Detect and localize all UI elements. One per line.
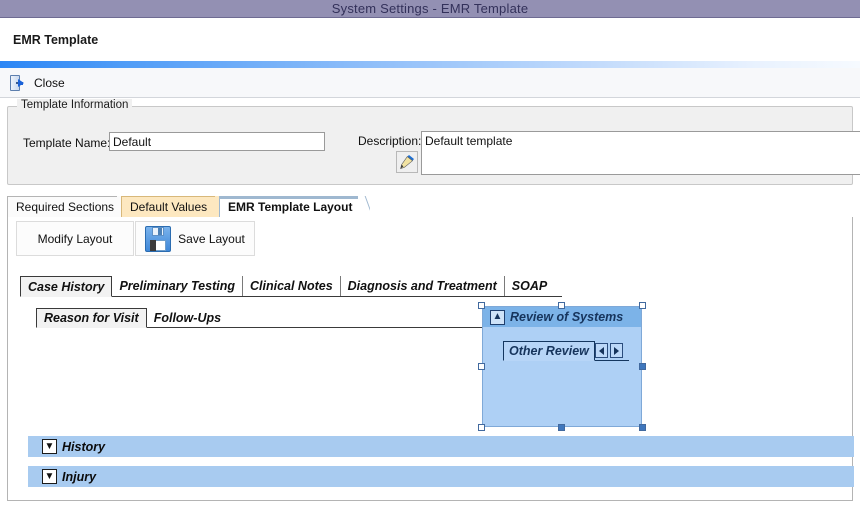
case-history-subtab-strip: Reason for Visit Follow-Ups — [36, 308, 486, 328]
prev-tab-button[interactable] — [594, 343, 608, 358]
tab-emr-template-layout[interactable]: EMR Template Layout — [219, 196, 370, 218]
resize-handle-e[interactable] — [639, 363, 646, 370]
floppy-disk-icon — [145, 225, 172, 252]
review-of-systems-header[interactable]: ▲ Review of Systems — [483, 307, 641, 327]
subtab-reason-for-visit[interactable]: Reason for Visit — [36, 308, 147, 328]
resize-handle-nw[interactable] — [478, 302, 485, 309]
subtab-reason-for-visit-label: Reason for Visit — [44, 311, 139, 325]
door-exit-icon — [10, 74, 27, 91]
modify-layout-button[interactable]: Modify Layout — [16, 221, 134, 256]
tab-emr-template-layout-label: EMR Template Layout — [228, 200, 353, 214]
resize-handle-w[interactable] — [478, 363, 485, 370]
tab-default-values-label: Default Values — [130, 200, 208, 214]
other-review-tab-strip: Other Review — [503, 341, 629, 361]
resize-handle-n[interactable] — [558, 302, 565, 309]
section-tab-case-history-label: Case History — [28, 279, 105, 294]
close-button-label: Close — [34, 75, 65, 90]
page-header: EMR Template — [0, 19, 860, 61]
subtab-follow-ups[interactable]: Follow-Ups — [147, 308, 228, 327]
description-textarea[interactable] — [421, 131, 860, 175]
review-of-systems-selected-group[interactable]: ▲ Review of Systems Other Review — [477, 301, 647, 432]
template-name-input[interactable] — [109, 132, 325, 151]
window-title: System Settings - EMR Template — [331, 1, 529, 16]
close-button[interactable]: Close — [4, 71, 73, 95]
settings-tab-strip: Required Sections Default Values EMR Tem… — [7, 196, 853, 218]
next-tab-button[interactable] — [609, 343, 623, 358]
resize-handle-ne[interactable] — [639, 302, 646, 309]
section-bar-injury-label: Injury — [62, 469, 97, 484]
pencil-icon — [400, 155, 414, 170]
layout-toolbar: Modify Layout Save Layout — [7, 217, 853, 260]
section-bar-injury[interactable]: ▼ Injury — [28, 466, 854, 487]
tab-default-values[interactable]: Default Values — [121, 196, 227, 218]
section-tab-soap[interactable]: SOAP — [505, 276, 554, 296]
section-tab-soap-label: SOAP — [511, 279, 548, 293]
review-of-systems-panel[interactable]: ▲ Review of Systems Other Review — [482, 306, 642, 427]
resize-handle-s[interactable] — [558, 424, 565, 431]
tab-required-sections[interactable]: Required Sections — [7, 196, 129, 218]
triangle-right-icon — [613, 346, 619, 355]
section-tab-preliminary-testing-label: Preliminary Testing — [119, 279, 235, 293]
resize-handle-sw[interactable] — [478, 424, 485, 431]
main-toolbar: Close — [0, 68, 860, 98]
accent-divider — [0, 61, 860, 68]
chevron-down-double-icon[interactable]: ▼ — [42, 469, 57, 484]
template-layout-canvas[interactable]: Case History Preliminary Testing Clinica… — [7, 260, 853, 501]
description-edit-button[interactable] — [396, 151, 418, 173]
template-information-legend: Template Information — [17, 99, 133, 111]
triangle-left-icon — [598, 346, 604, 355]
chevron-down-double-icon[interactable]: ▼ — [42, 439, 57, 454]
section-tab-diagnosis-and-treatment-label: Diagnosis and Treatment — [347, 279, 497, 293]
tab-required-sections-label: Required Sections — [16, 200, 115, 214]
subtab-follow-ups-label: Follow-Ups — [153, 310, 222, 325]
description-label: Description: — [358, 134, 422, 148]
template-information-group: Template Information Template Name: Desc… — [7, 99, 860, 185]
subtab-other-review[interactable]: Other Review — [503, 341, 595, 361]
resize-handle-se[interactable] — [639, 424, 646, 431]
section-tab-diagnosis-and-treatment[interactable]: Diagnosis and Treatment — [341, 276, 505, 296]
chevron-up-double-icon[interactable]: ▲ — [490, 309, 505, 325]
save-layout-button[interactable]: Save Layout — [135, 221, 255, 256]
review-of-systems-title: Review of Systems — [510, 310, 624, 324]
section-tab-preliminary-testing[interactable]: Preliminary Testing — [112, 276, 243, 296]
section-tab-clinical-notes[interactable]: Clinical Notes — [243, 276, 341, 296]
section-tab-case-history[interactable]: Case History — [20, 276, 113, 297]
template-name-label: Template Name: — [23, 136, 111, 150]
section-bar-history-label: History — [62, 439, 106, 454]
section-tab-strip: Case History Preliminary Testing Clinica… — [20, 276, 562, 297]
modify-layout-label: Modify Layout — [37, 231, 113, 246]
save-layout-label: Save Layout — [178, 231, 245, 246]
window-title-bar: System Settings - EMR Template — [0, 0, 860, 18]
section-bar-history[interactable]: ▼ History — [28, 436, 854, 457]
page-title: EMR Template — [13, 33, 99, 47]
section-tab-clinical-notes-label: Clinical Notes — [249, 279, 333, 293]
subtab-other-review-label: Other Review — [509, 344, 589, 358]
